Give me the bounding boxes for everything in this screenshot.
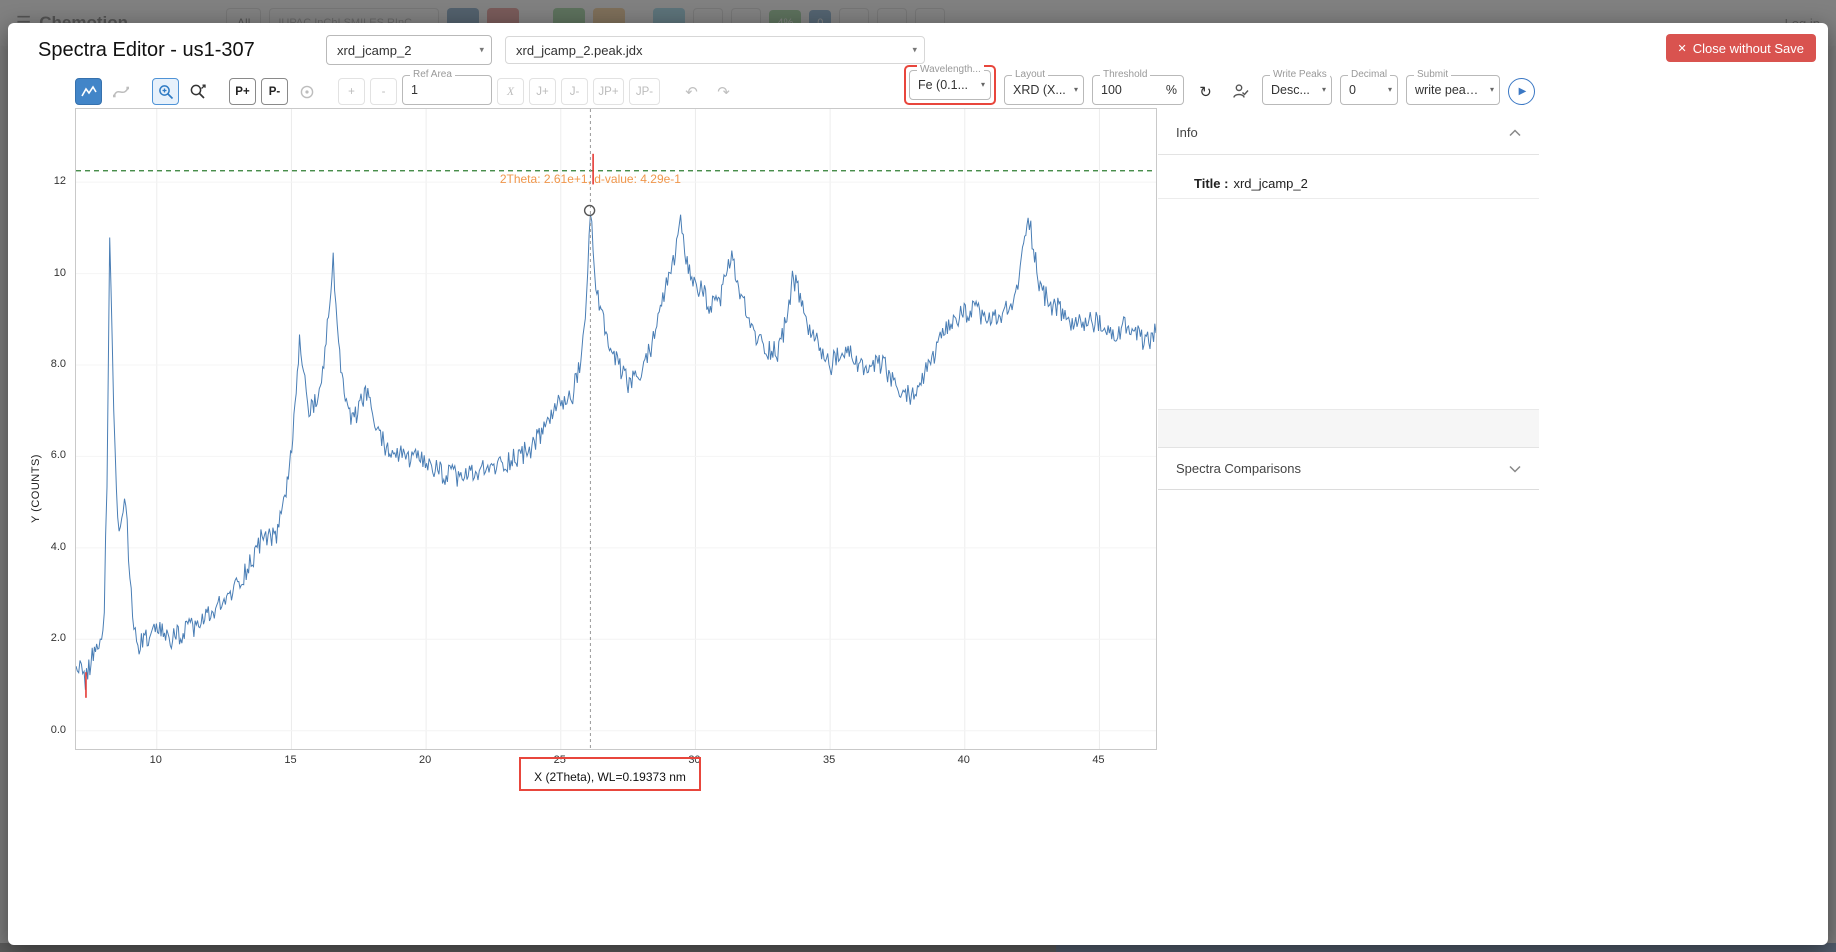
toolbar-left: P+ P- + - Ref Area 1 X J+ J- JP+ JP- ↶ <box>75 75 737 105</box>
sidebar: Info Title : xrd_jcamp_2 Spectra Compari… <box>1158 111 1539 490</box>
sidebar-gap <box>1158 410 1539 447</box>
zoom-reset-icon <box>189 83 206 100</box>
zoom-in-button[interactable] <box>152 78 179 105</box>
chevron-down-icon: ▾ <box>912 45 917 56</box>
write-peaks-value: Desc... <box>1271 83 1310 97</box>
wavelength-value: Fe (0.1... <box>918 78 968 92</box>
undo-button[interactable]: ↶ <box>678 78 705 105</box>
wavelength-label: Wavelength... <box>917 64 984 76</box>
refresh-button[interactable]: ↻ <box>1192 78 1219 105</box>
y-tick-label: 4.0 <box>34 541 66 553</box>
submit-play-button[interactable]: ▶ <box>1508 78 1535 105</box>
spectrum-title-label: Title : <box>1194 176 1228 191</box>
anchor-point-button[interactable] <box>293 78 320 105</box>
write-peaks-select[interactable]: Write Peaks Desc... ▾ <box>1262 75 1332 105</box>
zoom-in-icon <box>158 84 174 100</box>
threshold-value: 100 <box>1101 83 1122 97</box>
redo-button[interactable]: ↷ <box>710 78 737 105</box>
spectrum-title-row: Title : xrd_jcamp_2 <box>1158 169 1539 199</box>
wavelength-select[interactable]: Wavelength... Fe (0.1... ▾ <box>909 70 991 100</box>
play-icon: ▶ <box>1519 86 1527 97</box>
peak-add-button[interactable]: P+ <box>229 78 256 105</box>
chevron-up-icon <box>1509 129 1521 137</box>
spectra-comparisons-title: Spectra Comparisons <box>1176 461 1301 476</box>
x-mode-button[interactable]: X <box>497 78 524 105</box>
jp-minus-button[interactable]: JP- <box>629 78 660 105</box>
peak-remove-button[interactable]: P- <box>261 78 288 105</box>
dataset-select-value: xrd_jcamp_2 <box>337 43 411 58</box>
dataset-select[interactable]: xrd_jcamp_2 ▾ <box>326 35 492 65</box>
chevron-down-icon: ▾ <box>1074 85 1078 94</box>
x-tick-label: 15 <box>275 754 305 766</box>
decimal-select[interactable]: Decimal 0 ▾ <box>1340 75 1398 105</box>
file-select-value: xrd_jcamp_2.peak.jdx <box>516 43 642 58</box>
spectrum-title-value: xrd_jcamp_2 <box>1233 176 1307 191</box>
increase-button[interactable]: + <box>338 78 365 105</box>
predict-button[interactable] <box>1227 78 1254 105</box>
y-tick-label: 0.0 <box>34 724 66 736</box>
wavelength-highlight-box: Wavelength... Fe (0.1... ▾ <box>904 65 996 105</box>
target-icon <box>299 84 315 100</box>
info-panel-title: Info <box>1176 125 1198 140</box>
threshold-label: Threshold <box>1100 69 1150 81</box>
info-panel-header[interactable]: Info <box>1158 111 1539 155</box>
x-tick-label: 45 <box>1083 754 1113 766</box>
file-select[interactable]: xrd_jcamp_2.peak.jdx ▾ <box>505 36 925 64</box>
y-tick-label: 10 <box>34 267 66 279</box>
write-peaks-label: Write Peaks <box>1270 69 1330 81</box>
ref-area-value: 1 <box>411 83 418 97</box>
chevron-down-icon: ▾ <box>479 45 484 56</box>
y-axis-ticks: 0.0 2.0 4.0 6.0 8.0 10 12 <box>34 108 70 750</box>
x-axis-title-box: X (2Theta), WL=0.19373 nm <box>519 757 701 791</box>
close-icon: ✕ <box>1678 42 1687 55</box>
x-tick-label: 35 <box>814 754 844 766</box>
info-panel-body: Title : xrd_jcamp_2 <box>1158 155 1539 410</box>
y-tick-label: 2.0 <box>34 632 66 644</box>
submit-select[interactable]: Submit write peak ... ▾ <box>1406 75 1500 105</box>
y-tick-label: 6.0 <box>34 449 66 461</box>
x-axis-title: X (2Theta), WL=0.19373 nm <box>534 770 686 784</box>
spectrum-svg <box>76 109 1156 749</box>
spectra-comparisons-header[interactable]: Spectra Comparisons <box>1158 447 1539 490</box>
threshold-unit: % <box>1166 83 1177 97</box>
spline-icon <box>113 84 129 100</box>
j-plus-button[interactable]: J+ <box>529 78 556 105</box>
decimal-label: Decimal <box>1348 69 1390 81</box>
chevron-down-icon <box>1509 465 1521 473</box>
person-check-icon <box>1232 83 1249 100</box>
y-tick-label: 12 <box>34 175 66 187</box>
decimal-value: 0 <box>1349 83 1356 97</box>
line-chart-icon <box>81 84 97 100</box>
layout-select[interactable]: Layout XRD (X... ▾ <box>1004 75 1084 105</box>
submit-value: write peak ... <box>1415 83 1483 97</box>
spectra-editor-modal: Spectra Editor - us1-307 xrd_jcamp_2 ▾ x… <box>8 23 1828 945</box>
spectrum-chart[interactable]: 2Theta: 2.61e+1, d-value: 4.29e-1 <box>75 108 1157 750</box>
chevron-down-icon: ▾ <box>981 80 985 89</box>
x-tick-label: 10 <box>141 754 171 766</box>
chevron-down-icon: ▾ <box>1322 85 1326 94</box>
layout-label: Layout <box>1012 69 1048 81</box>
threshold-input[interactable]: Threshold 100 % <box>1092 75 1184 105</box>
line-mode-button[interactable] <box>75 78 102 105</box>
decrease-button[interactable]: - <box>370 78 397 105</box>
close-button-label: Close without Save <box>1693 41 1804 56</box>
toolbar-right: Wavelength... Fe (0.1... ▾ Layout XRD (X… <box>904 65 1535 105</box>
j-minus-button[interactable]: J- <box>561 78 588 105</box>
toolbar: P+ P- + - Ref Area 1 X J+ J- JP+ JP- ↶ <box>75 67 1535 105</box>
submit-label: Submit <box>1414 69 1451 81</box>
x-tick-label: 20 <box>410 754 440 766</box>
y-tick-label: 8.0 <box>34 358 66 370</box>
screen: ☰ Chemotion All IUPAC InChI SMILES RInC … <box>0 0 1836 952</box>
modal-title: Spectra Editor - us1-307 <box>38 39 255 62</box>
zoom-reset-button[interactable] <box>184 78 211 105</box>
close-without-save-button[interactable]: ✕ Close without Save <box>1666 34 1817 62</box>
x-tick-label: 40 <box>949 754 979 766</box>
jp-plus-button[interactable]: JP+ <box>593 78 624 105</box>
spline-mode-button[interactable] <box>107 78 134 105</box>
ref-area-field[interactable]: Ref Area 1 <box>402 75 492 105</box>
ref-area-label: Ref Area <box>410 69 455 81</box>
chevron-down-icon: ▾ <box>1388 85 1392 94</box>
chevron-down-icon: ▾ <box>1490 85 1494 94</box>
layout-value: XRD (X... <box>1013 83 1066 97</box>
